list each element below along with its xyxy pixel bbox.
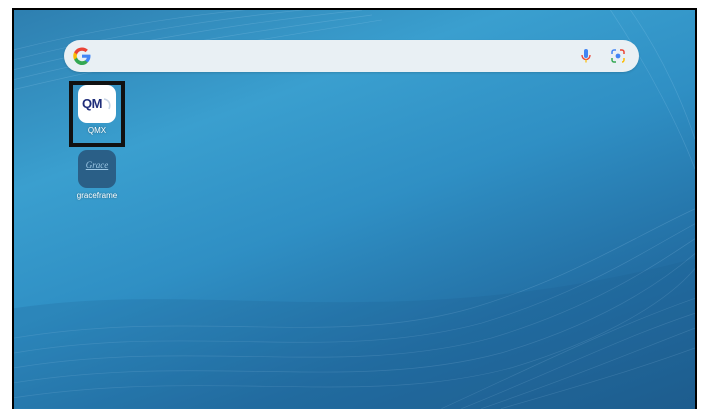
qmx-logo-text: QM [82,96,102,111]
app-label: QMX [87,126,107,135]
app-label: graceframe [76,191,118,200]
qmx-logo-mark [103,98,111,110]
lens-icon[interactable] [609,47,627,65]
qmx-app-icon[interactable]: QM [78,85,116,123]
app-graceframe[interactable]: Grace graceframe [67,150,127,200]
device-frame: QM QMX Grace graceframe [0,0,706,409]
graceframe-app-icon[interactable]: Grace [78,150,116,188]
mic-icon[interactable] [577,47,595,65]
app-qmx[interactable]: QM QMX [67,85,127,135]
graceframe-logo-text: Grace [85,160,109,170]
home-screen: QM QMX Grace graceframe [12,8,697,409]
search-bar[interactable] [64,40,639,72]
google-g-icon [73,47,91,65]
